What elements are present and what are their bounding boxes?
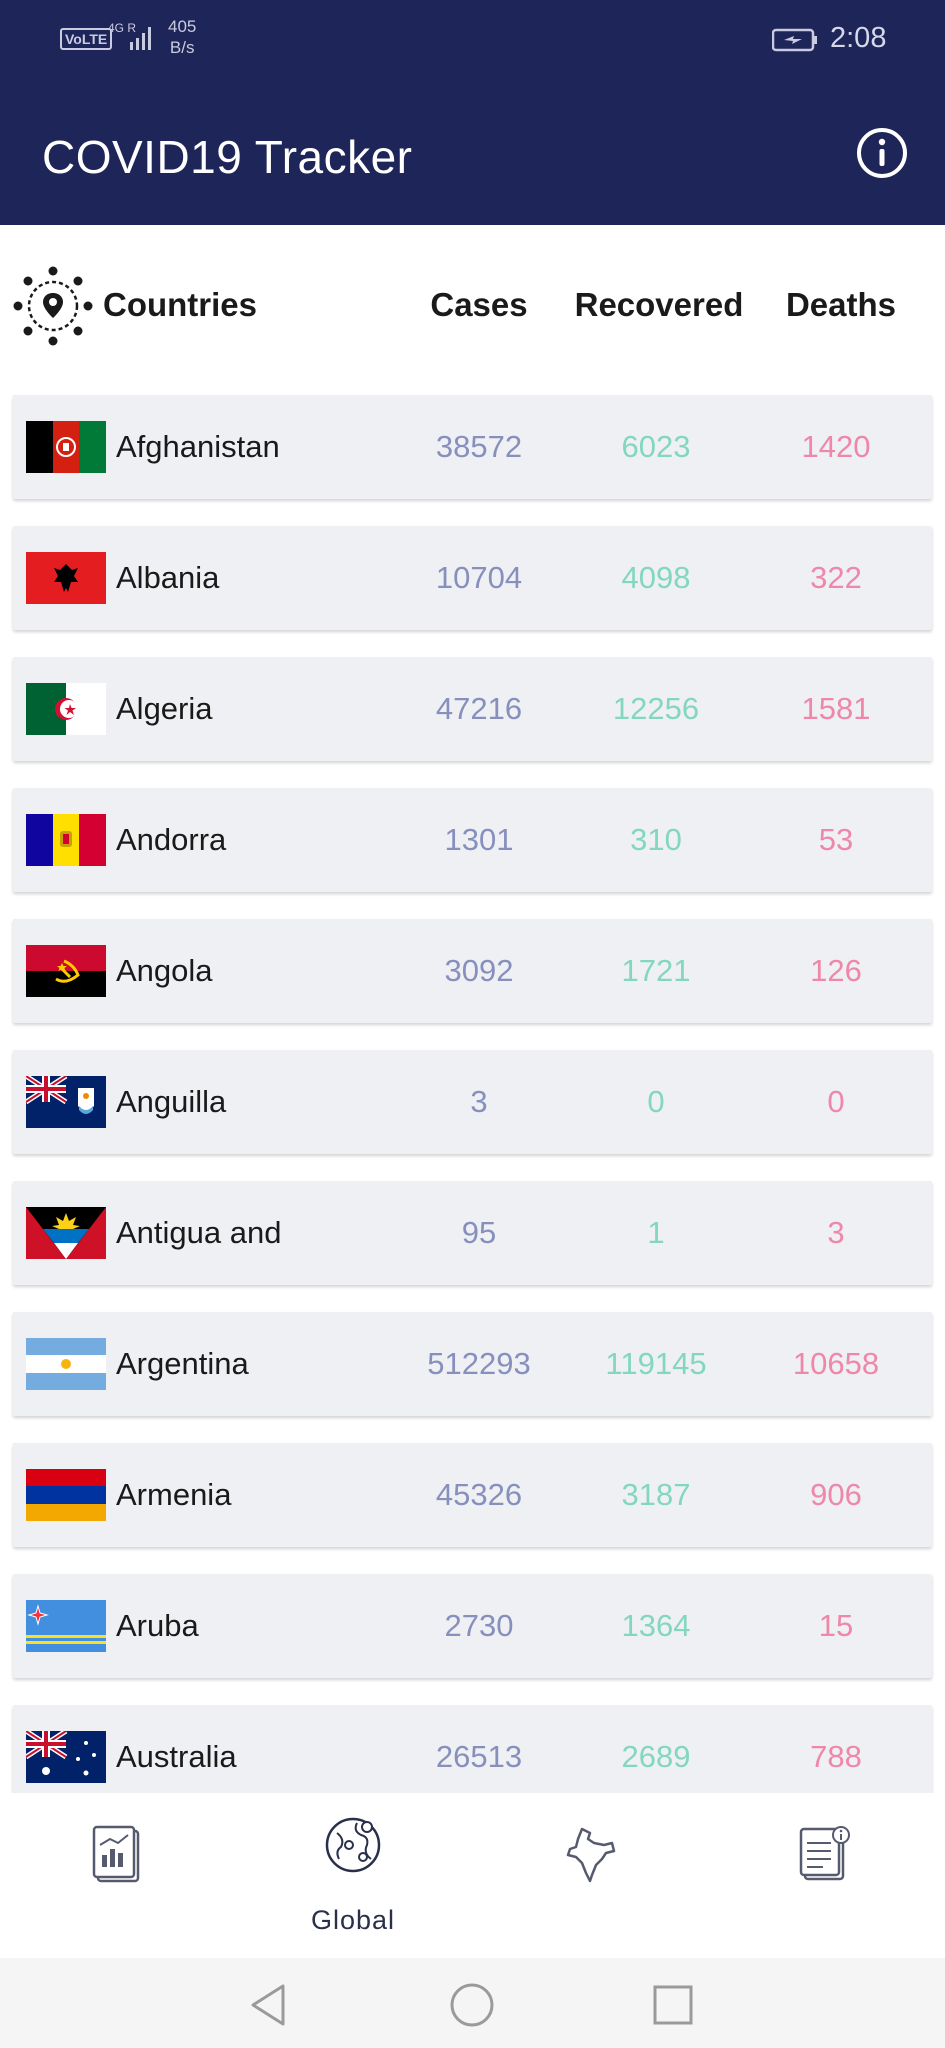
- country-name: Antigua and: [116, 1215, 282, 1250]
- cases-value: 2730: [444, 1608, 514, 1643]
- recovered-value: 119145: [605, 1346, 707, 1381]
- recovered-value: 3187: [621, 1477, 691, 1512]
- deaths-value: 3: [827, 1215, 845, 1250]
- algeria-flag-icon: [26, 683, 106, 735]
- country-row[interactable]: Angola 3092 1721 126: [13, 919, 932, 1023]
- recovered-value: 12256: [612, 691, 700, 726]
- country-name: Armenia: [116, 1477, 232, 1512]
- country-name: Andorra: [116, 822, 227, 857]
- deaths-value: 126: [810, 953, 862, 988]
- aruba-flag-icon: [26, 1600, 106, 1652]
- cases-value: 95: [461, 1215, 497, 1250]
- deaths-value: 10658: [792, 1346, 880, 1381]
- recovered-value: 310: [630, 822, 682, 857]
- deaths-value: 1581: [801, 691, 871, 726]
- document-info-icon: [799, 1826, 850, 1881]
- country-row[interactable]: Andorra 1301 310 53: [13, 788, 932, 892]
- country-name: Anguilla: [116, 1084, 227, 1119]
- back-triangle-icon[interactable]: [245, 1980, 295, 2030]
- speed-value: 405: [168, 17, 197, 36]
- albania-flag-icon: [26, 552, 106, 604]
- recovered-value: 2689: [621, 1739, 691, 1774]
- country-name: Afghanistan: [116, 429, 280, 464]
- recovered-value: 0: [647, 1084, 665, 1119]
- country-name: Albania: [116, 560, 220, 595]
- cases-value: 38572: [435, 429, 523, 464]
- cases-value: 10704: [435, 560, 523, 595]
- antigua-barbuda-flag-icon: [26, 1207, 106, 1259]
- nav-item-info[interactable]: [765, 1815, 885, 1935]
- cases-value: 26513: [435, 1739, 523, 1774]
- cases-value: 3: [470, 1084, 488, 1119]
- home-circle-icon[interactable]: [447, 1980, 497, 2030]
- andorra-flag-icon: [26, 814, 106, 866]
- battery-charging-icon: [772, 28, 817, 52]
- country-name: Aruba: [116, 1608, 199, 1643]
- deaths-value: 788: [810, 1739, 862, 1774]
- armenia-flag-icon: [26, 1469, 106, 1521]
- country-row[interactable]: Argentina 512293 119145 10658: [13, 1312, 932, 1416]
- argentina-flag-icon: [26, 1338, 106, 1390]
- nav-item-stats[interactable]: [58, 1815, 178, 1935]
- recovered-value: 1364: [621, 1608, 691, 1643]
- country-name: Algeria: [116, 691, 213, 726]
- deaths-value: 53: [818, 822, 854, 857]
- afghanistan-flag-icon: [26, 421, 106, 473]
- cases-value: 47216: [435, 691, 523, 726]
- india-map-icon: [566, 1827, 616, 1883]
- stats-report-icon: [92, 1825, 140, 1883]
- nav-item-global[interactable]: Global: [293, 1815, 413, 1935]
- nav-item-india[interactable]: [530, 1815, 650, 1935]
- recents-square-icon[interactable]: [648, 1980, 698, 2030]
- country-name: Argentina: [116, 1346, 249, 1381]
- country-row[interactable]: Australia 26513 2689 788: [13, 1705, 932, 1793]
- clock: 2:08: [830, 22, 887, 54]
- app-bar: COVID19 Tracker: [0, 80, 945, 225]
- angola-flag-icon: [26, 945, 106, 997]
- country-row[interactable]: Algeria 47216 12256 1581: [13, 657, 932, 761]
- recovered-value: 6023: [621, 429, 691, 464]
- header-cases: Cases: [430, 286, 528, 323]
- header-deaths: Deaths: [785, 286, 897, 323]
- deaths-value: 322: [810, 560, 862, 595]
- anguilla-flag-icon: [26, 1076, 106, 1128]
- speed-unit: B/s: [169, 38, 195, 57]
- globe-network-icon: [325, 1817, 381, 1873]
- deaths-value: 0: [827, 1084, 845, 1119]
- country-row[interactable]: Albania 10704 4098 322: [13, 526, 932, 630]
- deaths-value: 15: [818, 1608, 854, 1643]
- signal-bars-icon: [130, 27, 151, 50]
- australia-flag-icon: [26, 1731, 106, 1783]
- country-row[interactable]: Afghanistan 38572 6023 1420: [13, 395, 932, 499]
- recovered-value: 1: [647, 1215, 665, 1250]
- app-screen: VoLTE 4G R 405 B/s 2:08 COVID19 Tracker: [0, 0, 945, 2048]
- volte-badge: VoLTE: [60, 28, 113, 50]
- cases-value: 45326: [435, 1477, 523, 1512]
- recovered-value: 4098: [621, 560, 691, 595]
- network-speed: 405 B/s: [168, 16, 196, 58]
- cases-value: 1301: [444, 822, 514, 857]
- header-countries: Countries: [103, 286, 258, 323]
- recovered-value: 1721: [621, 953, 691, 988]
- deaths-value: 906: [810, 1477, 862, 1512]
- country-name: Angola: [116, 953, 213, 988]
- country-row[interactable]: Armenia 45326 3187 906: [13, 1443, 932, 1547]
- country-row[interactable]: Anguilla 3 0 0: [13, 1050, 932, 1154]
- status-bar: VoLTE 4G R 405 B/s 2:08: [0, 0, 945, 80]
- bottom-navigation: Global: [0, 1793, 945, 1958]
- globe-network-icon: [13, 266, 93, 346]
- app-title: COVID19 Tracker: [42, 131, 413, 183]
- country-list[interactable]: Afghanistan 38572 6023 1420 Albania 1070…: [0, 390, 945, 1793]
- info-icon[interactable]: [855, 126, 909, 180]
- nav-label-global: Global: [310, 1905, 396, 1935]
- header-recovered: Recovered: [574, 286, 744, 323]
- country-row[interactable]: Antigua and 95 1 3: [13, 1181, 932, 1285]
- table-header: Countries Cases Recovered Deaths: [0, 262, 945, 352]
- cases-value: 512293: [427, 1346, 531, 1381]
- system-navigation-bar: [0, 1958, 945, 2048]
- country-row[interactable]: Aruba 2730 1364 15: [13, 1574, 932, 1678]
- cases-value: 3092: [444, 953, 514, 988]
- country-name: Australia: [116, 1739, 237, 1774]
- deaths-value: 1420: [801, 429, 871, 464]
